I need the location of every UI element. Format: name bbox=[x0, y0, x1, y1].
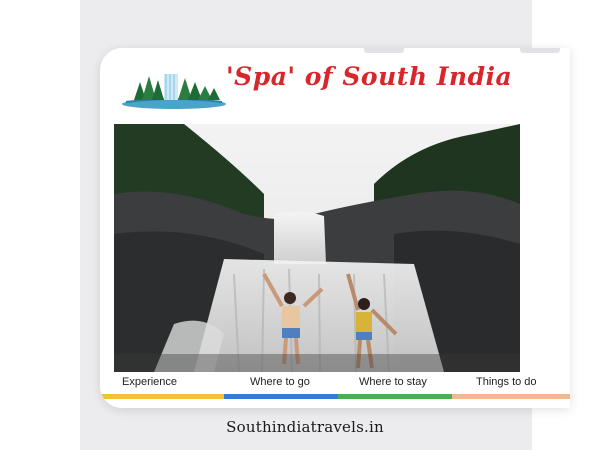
nav-item-experience[interactable]: Experience bbox=[122, 376, 177, 388]
tablet-frame: 'Spa' of South India Experience Where to… bbox=[100, 48, 570, 408]
main-nav: Experience Where to go Where to stay Thi… bbox=[100, 372, 570, 402]
nav-item-where-to-go[interactable]: Where to go bbox=[250, 376, 310, 388]
nav-item-where-to-stay[interactable]: Where to stay bbox=[359, 376, 427, 388]
waterfall-logo-icon[interactable] bbox=[120, 66, 228, 112]
nav-item-things-to-do[interactable]: Things to do bbox=[476, 376, 537, 388]
site-title: 'Spa' of South India bbox=[226, 62, 513, 91]
nav-underline-where-to-stay bbox=[338, 394, 452, 399]
hero-image bbox=[114, 124, 520, 372]
page: 'Spa' of South India Experience Where to… bbox=[0, 0, 610, 450]
site-domain-caption: Southindiatravels.in bbox=[226, 418, 384, 436]
nav-underline-where-to-go bbox=[224, 394, 338, 399]
nav-underline-things-to-do bbox=[452, 394, 570, 399]
nav-underline-experience bbox=[100, 394, 224, 399]
site-header: 'Spa' of South India bbox=[100, 48, 570, 109]
